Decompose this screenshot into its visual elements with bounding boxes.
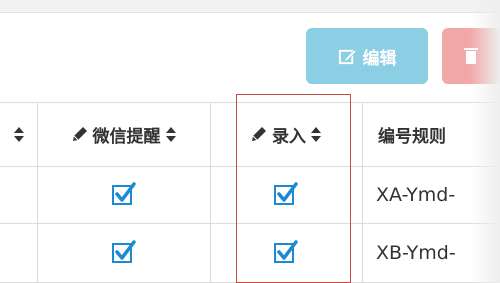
sort-icon xyxy=(13,126,24,142)
column-header-label: 编号规则 xyxy=(378,126,446,147)
sort-icon xyxy=(311,126,321,142)
checkbox-checked-icon xyxy=(274,182,298,205)
pencil-icon xyxy=(72,127,87,141)
number-rule-cell: XA-Ymd- xyxy=(376,184,456,206)
edit-button-label: 编辑 xyxy=(362,48,397,69)
pencil-icon xyxy=(252,127,266,141)
sort-icon xyxy=(165,126,176,142)
column-header-label: 录入 xyxy=(272,126,306,147)
column-header-entry[interactable]: 录入 xyxy=(210,102,362,166)
edit-icon xyxy=(338,48,357,64)
column-header-hidden[interactable] xyxy=(0,102,37,166)
top-strip xyxy=(0,0,500,13)
column-header-label: 微信提醒 xyxy=(92,126,161,147)
wechat-reminder-checkbox[interactable] xyxy=(37,166,210,222)
wechat-reminder-checkbox[interactable] xyxy=(37,224,210,280)
data-table: 微信提醒 录入 编号规则 XA-Ymd- XB-Ymd- xyxy=(0,102,500,283)
checkbox-checked-icon xyxy=(111,240,136,263)
column-header-wechat-reminder[interactable]: 微信提醒 xyxy=(37,102,210,166)
number-rule-cell: XB-Ymd- xyxy=(376,242,456,264)
checkbox-checked-icon xyxy=(111,182,136,205)
entry-checkbox[interactable] xyxy=(210,166,362,222)
right-edge-shade xyxy=(470,0,500,283)
entry-checkbox[interactable] xyxy=(210,224,362,280)
checkbox-checked-icon xyxy=(274,240,298,263)
edit-button[interactable]: 编辑 xyxy=(306,28,428,84)
